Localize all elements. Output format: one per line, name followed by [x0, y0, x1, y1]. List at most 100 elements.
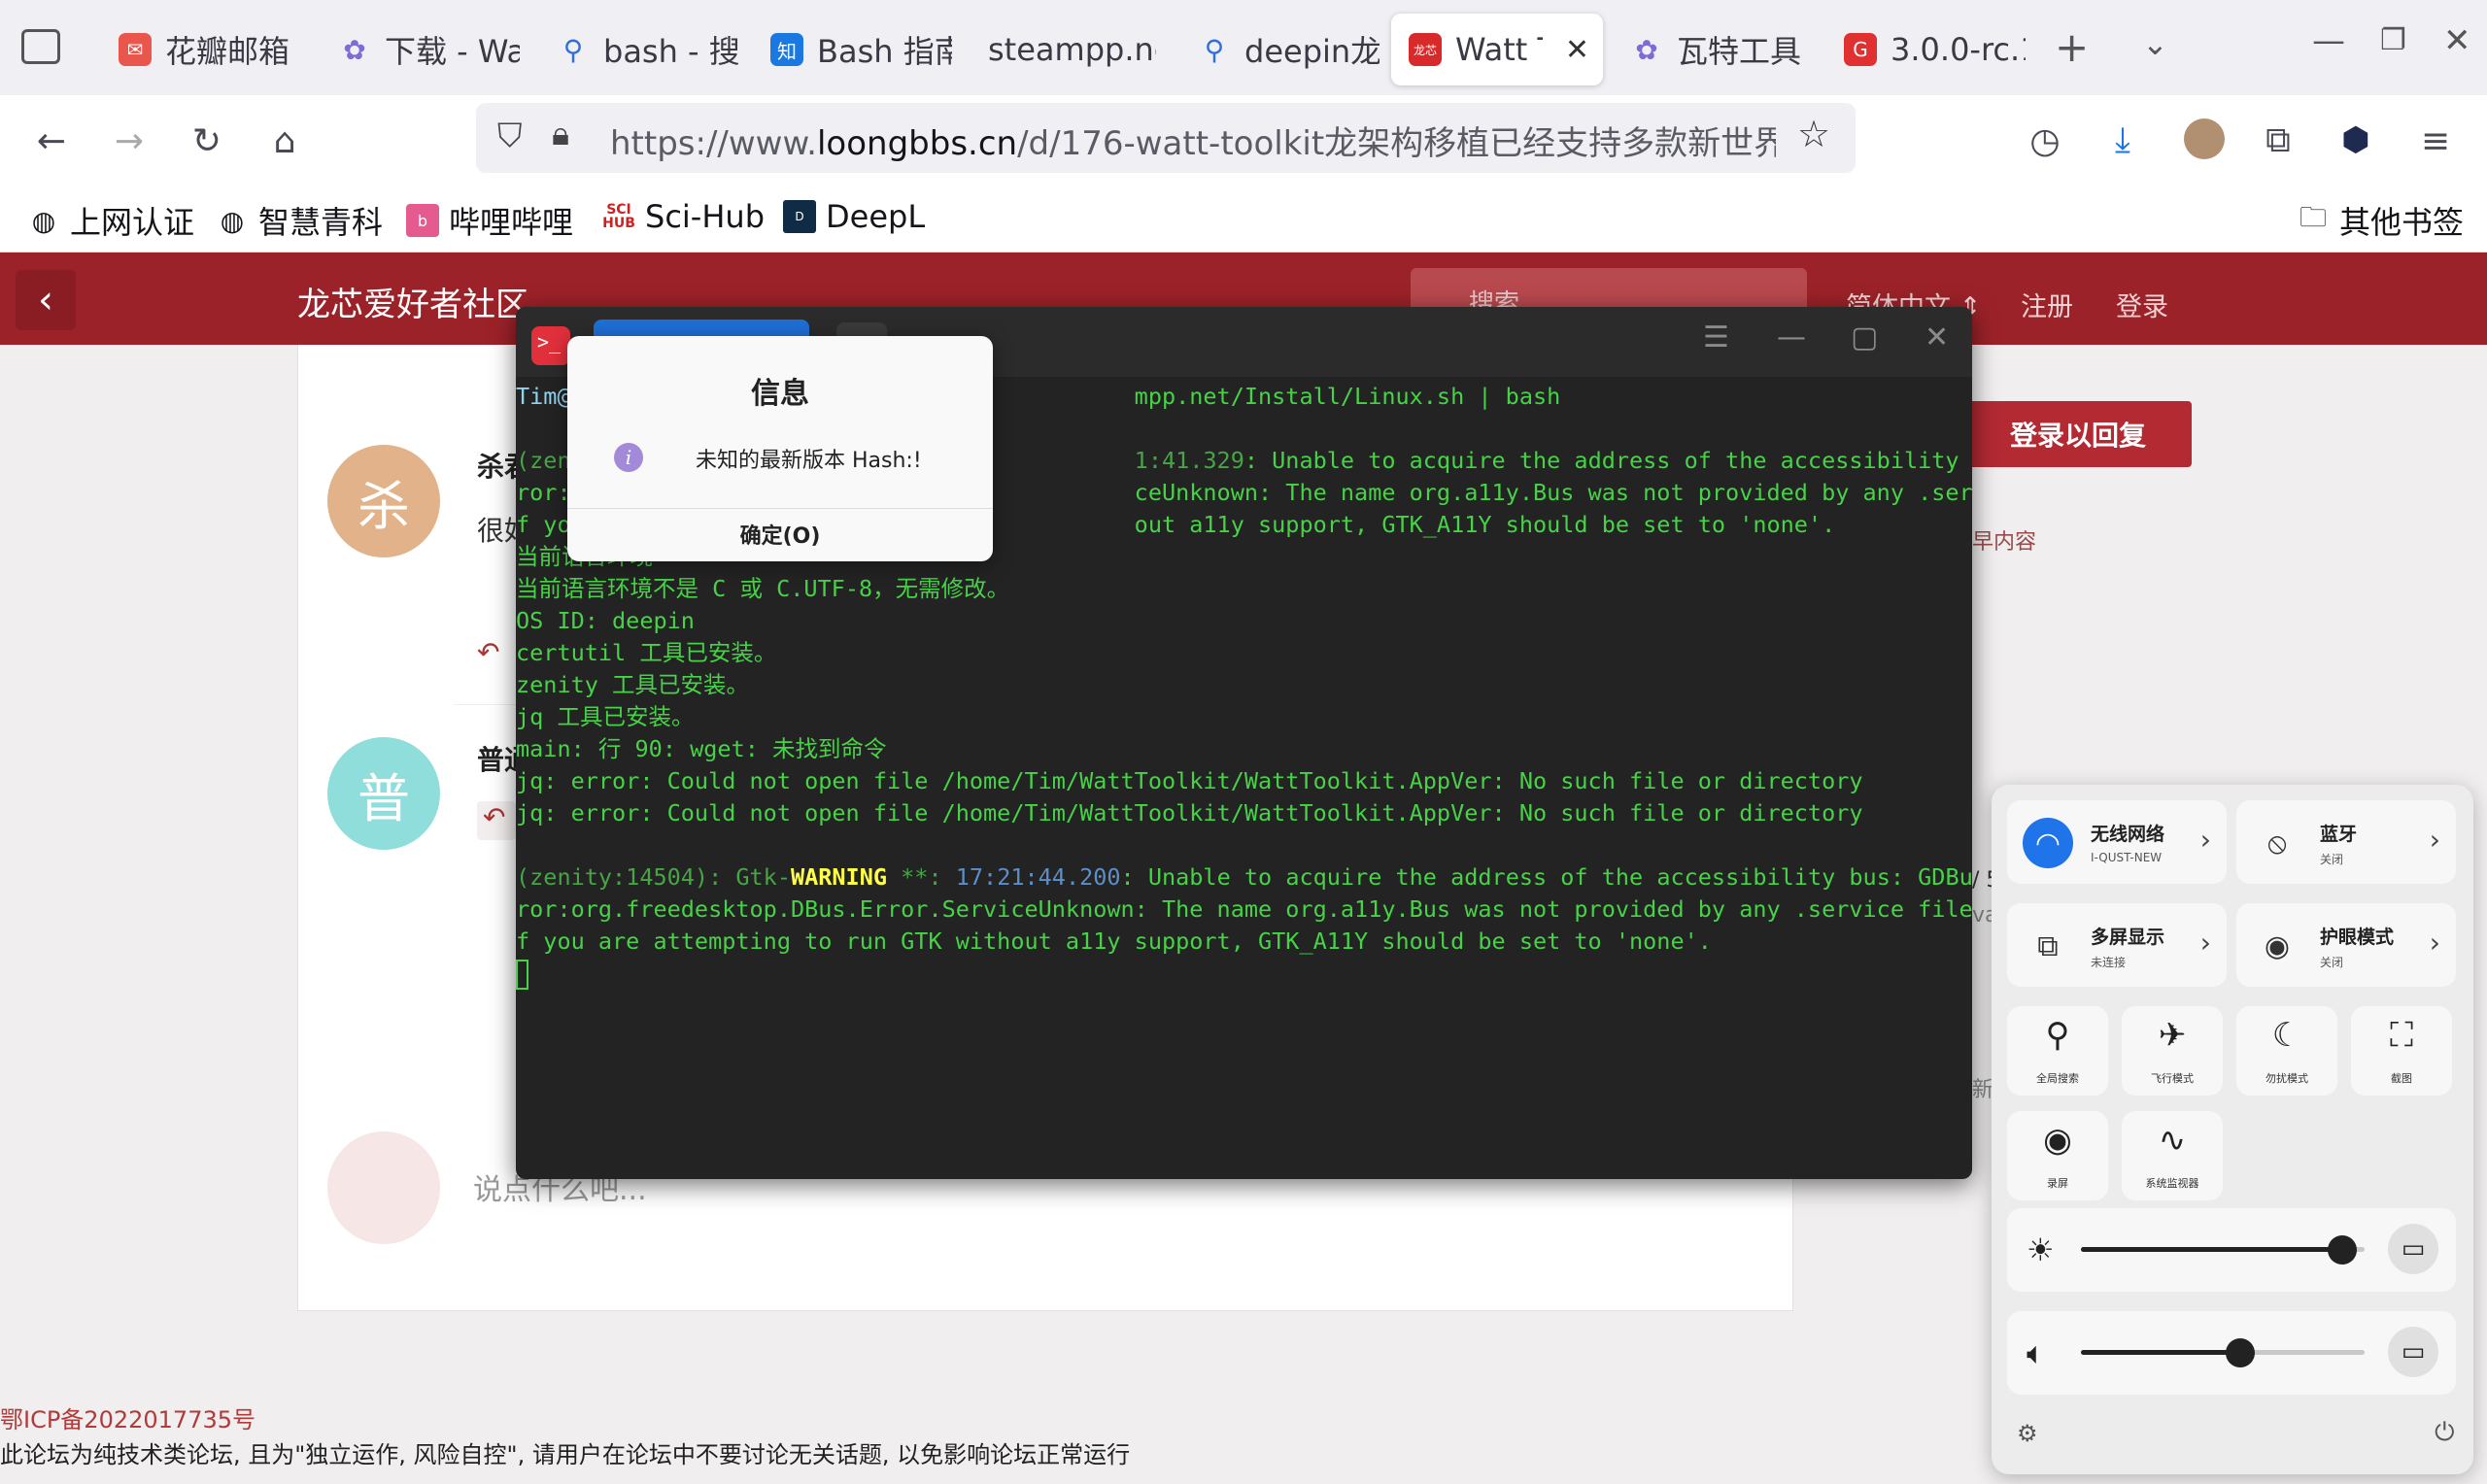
monitor-wave-icon: ∿ [2158, 1121, 2187, 1160]
terminal-maximize-button[interactable]: ▢ [1851, 320, 1878, 354]
brightness-control: ☀ ▭ [2007, 1208, 2456, 1292]
site-title[interactable]: 龙芯爱好者社区 [297, 278, 528, 325]
lock-icon[interactable]: 🔒︎ [552, 115, 569, 153]
multi-display-toggle[interactable]: ⧉ 多屏显示 未连接 › [2007, 903, 2227, 987]
tab-favicon-icon: 知 [770, 33, 803, 66]
navigation-bar: ← → ↻ ⌂ ⛉ 🔒︎ https://www.loongbbs.cn/d/1… [0, 95, 2487, 185]
screen-record-button[interactable]: ◉ 录屏 [2007, 1111, 2108, 1200]
eye-care-toggle[interactable]: ◉ 护眼模式 关闭 › [2236, 903, 2456, 987]
chevron-right-icon[interactable]: › [2430, 824, 2440, 856]
profile-avatar[interactable] [2184, 118, 2225, 159]
bookmark-item[interactable]: b 哔哩哔哩 [406, 198, 573, 243]
monitor-icon[interactable]: ▭ [2388, 1224, 2438, 1274]
register-link[interactable]: 注册 [2021, 286, 2073, 323]
reply-icon[interactable]: ↶ [477, 801, 516, 840]
system-monitor-button[interactable]: ∿ 系统监视器 [2122, 1111, 2223, 1200]
button-label: 飞行模式 [2151, 1072, 2194, 1085]
browser-tab[interactable]: ✉ 花瓣邮箱 [101, 14, 300, 85]
back-button[interactable]: ← [27, 117, 76, 165]
terminal-menu-icon[interactable]: ☰ [1703, 320, 1729, 354]
bookmark-star-icon[interactable]: ☆ [1797, 113, 1830, 155]
airplane-mode-button[interactable]: ✈ 飞行模式 [2122, 1006, 2223, 1096]
power-icon[interactable]: ⏻ [2435, 1418, 2455, 1448]
forward-button[interactable]: → [105, 117, 153, 165]
shield-icon[interactable]: ⛉ [497, 117, 523, 155]
wifi-label: 无线网络 [2091, 824, 2165, 845]
ok-button[interactable]: 确定(O) [567, 519, 993, 550]
menu-icon[interactable]: ≡ [2411, 117, 2460, 165]
tab-title: 瓦特工具 [1677, 33, 1802, 70]
volume-icon[interactable]: 🔈︎ [2027, 1334, 2045, 1372]
avatar[interactable]: 杀 [327, 445, 440, 557]
login-link[interactable]: 登录 [2116, 286, 2168, 323]
bluetooth-toggle[interactable]: ⦸ 蓝牙 关闭 › [2236, 800, 2456, 884]
restore-button[interactable]: ❐ [2380, 23, 2406, 57]
settings-icon[interactable]: ⚙ [2017, 1420, 2038, 1447]
bookmark-item[interactable]: ◍ 上网认证 [27, 198, 194, 243]
terminal-text: jq 工具已安装。 [516, 703, 695, 730]
chevron-right-icon[interactable]: › [2430, 927, 2440, 959]
browser-tab[interactable]: ⚲ bash - 搜 [539, 14, 738, 85]
browser-tab[interactable]: 知 Bash 指南 [753, 14, 952, 85]
sidebar-text[interactable]: 早内容 [1972, 524, 2036, 556]
wifi-network: I-QUST-NEW [2091, 851, 2163, 864]
url-bar[interactable]: ⛉ 🔒︎ https://www.loongbbs.cn/d/176-watt-… [476, 103, 1856, 173]
back-arrow-button[interactable]: ‹ [16, 270, 76, 330]
browser-tab[interactable]: G 3.0.0-rc.1 [1826, 14, 2026, 85]
bookmark-label: 其他书签 [2339, 204, 2465, 241]
bookmark-item[interactable]: ◍ 智慧青科 [216, 198, 383, 243]
audio-device-icon[interactable]: ▭ [2388, 1327, 2438, 1377]
terminal-text: 当前语言环境不是 C 或 C.UTF-8，无需修改。 [516, 575, 1010, 602]
terminal-minimize-button[interactable]: — [1777, 320, 1806, 354]
do-not-disturb-button[interactable]: ☾ 勿扰模式 [2236, 1006, 2337, 1096]
display-icon: ⧉ [2037, 928, 2059, 963]
avatar[interactable]: 普 [327, 737, 440, 850]
volume-knob[interactable] [2225, 1338, 2255, 1367]
tab-close-icon[interactable]: ✕ [1565, 33, 1589, 67]
tab-favicon-icon: 龙芯 [1409, 33, 1442, 66]
history-icon[interactable]: ◷ [2021, 117, 2069, 165]
screenshot-button[interactable]: ⛶ 截图 [2351, 1006, 2452, 1096]
terminal-line: 当前语言环境不是 C 或 C.UTF-8，无需修改。 [516, 573, 1972, 605]
tab-overview-icon[interactable] [21, 29, 60, 64]
browser-tab[interactable]: ✿ 下载 - Wa [321, 14, 520, 85]
browser-tab[interactable]: ⚲ deepin龙 [1180, 14, 1380, 85]
terminal-text: f you are attempting to run GTK without … [516, 928, 1712, 955]
browser-tab[interactable]: 龙芯 Watt T ✕ [1391, 14, 1603, 85]
other-bookmarks[interactable]: 🗀 其他书签 [2297, 198, 2464, 243]
reply-icon[interactable]: ↶ [477, 636, 499, 668]
icp-link[interactable]: 鄂ICP备2022017735号 [0, 1400, 256, 1434]
global-search-button[interactable]: ⚲ 全局搜索 [2007, 1006, 2108, 1096]
bookmark-item[interactable]: D DeepL [783, 198, 925, 235]
terminal-close-button[interactable]: ✕ [1925, 320, 1949, 354]
chevron-right-icon[interactable]: › [2200, 927, 2211, 959]
brightness-knob[interactable] [2327, 1235, 2357, 1265]
terminal-text: Tim@ [516, 383, 571, 410]
close-window-button[interactable]: ✕ [2443, 21, 2471, 60]
chevron-right-icon[interactable]: › [2200, 824, 2211, 856]
volume-slider[interactable] [2081, 1338, 2365, 1367]
browser-tab[interactable]: steampp.ne [957, 14, 1156, 85]
extensions-icon[interactable]: ⧉ [2254, 117, 2302, 165]
browser-tab[interactable]: ✿ 瓦特工具 [1613, 14, 1812, 85]
download-icon[interactable]: ⤓ [2098, 117, 2147, 165]
record-icon: ◉ [2043, 1121, 2072, 1160]
bookmark-item[interactable]: SCI HUB Sci-Hub [602, 198, 765, 235]
brightness-slider[interactable] [2081, 1235, 2365, 1265]
terminal-text: OS ID: deepin [516, 607, 695, 634]
tab-bar: ✉ 花瓣邮箱 ✿ 下载 - Wa ⚲ bash - 搜知 Bash 指南 steampp.ne… [0, 0, 2487, 95]
button-label: 录屏 [2047, 1177, 2068, 1190]
extension-hexagon-icon[interactable]: ⬢ [2341, 120, 2370, 159]
home-button[interactable]: ⌂ [260, 117, 309, 165]
terminal-text: jq: error: Could not open file /home/Tim… [516, 767, 1863, 794]
login-to-reply-button[interactable]: 登录以回复 [1964, 401, 2192, 467]
wifi-toggle[interactable]: ◠ 无线网络 I-QUST-NEW › [2007, 800, 2227, 884]
tab-title: Watt T [1455, 31, 1543, 68]
new-tab-button[interactable]: + [2055, 23, 2089, 71]
reload-button[interactable]: ↻ [183, 117, 231, 165]
url-text[interactable]: https://www.loongbbs.cn/d/176-watt-toolk… [610, 117, 1776, 164]
tab-list-chevron-icon[interactable]: ⌄ [2142, 25, 2168, 62]
current-user-avatar [327, 1131, 440, 1244]
minimize-button[interactable]: — [2312, 21, 2345, 60]
